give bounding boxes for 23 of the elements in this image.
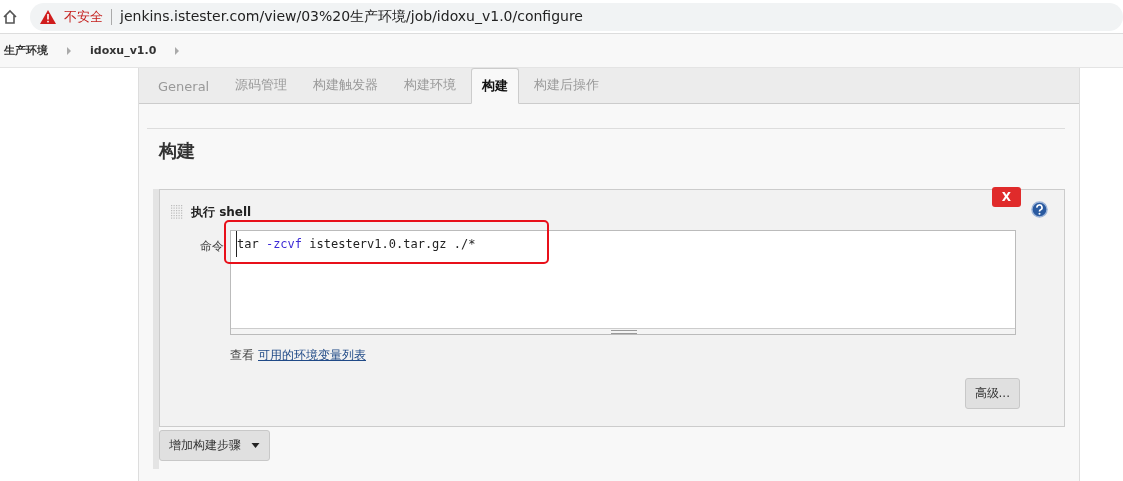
caret-icon xyxy=(251,443,260,448)
help-text: 查看 xyxy=(230,347,254,364)
warning-icon xyxy=(40,9,56,24)
breadcrumb-link[interactable]: idoxu_v1.0 xyxy=(90,44,157,57)
env-vars-link[interactable]: 可用的环境变量列表 xyxy=(258,347,366,364)
chevron-icon xyxy=(66,46,72,55)
add-step-button[interactable]: 增加构建步骤 xyxy=(159,430,270,461)
advanced-button[interactable]: 高级... xyxy=(964,378,1020,409)
tab[interactable]: 构建 xyxy=(471,68,520,104)
security-label: 不安全 xyxy=(64,7,103,26)
address-bar[interactable]: 不安全 jenkins.istester.com/view/03%20生产环境/job/idoxu_v1.0/configure xyxy=(30,2,1123,31)
resize-handle[interactable] xyxy=(231,328,1015,334)
breadcrumb-link[interactable]: 生产环境 xyxy=(4,43,48,58)
command-input[interactable]: tar -zcvf istesterv1.0.tar.gz ./* xyxy=(230,230,1016,335)
home-icon[interactable] xyxy=(2,8,18,25)
chevron-icon xyxy=(174,46,181,55)
section-title: 构建 xyxy=(147,128,1065,173)
help-icon[interactable] xyxy=(1031,201,1048,218)
field-label: 命令 xyxy=(200,238,224,255)
drag-handle-icon[interactable] xyxy=(171,205,183,219)
url-text: jenkins.istester.com/view/03%20生产环境/job/idoxu_v1.0/configure xyxy=(120,7,583,26)
step-title: 执行 shell xyxy=(191,203,252,221)
delete-button[interactable]: X xyxy=(991,187,1021,207)
